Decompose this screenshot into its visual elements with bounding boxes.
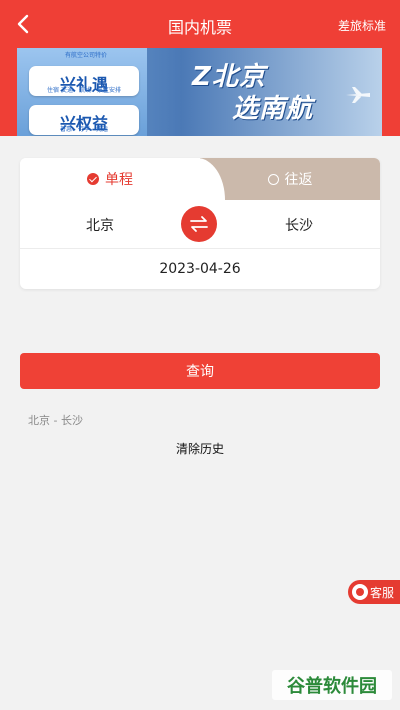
headset-icon bbox=[352, 584, 368, 600]
banner-card-2-desc: 普惠、行李、托运 bbox=[59, 126, 108, 133]
tab-round-trip-label: 往返 bbox=[284, 172, 313, 188]
radio-circle-icon bbox=[267, 173, 279, 185]
arrival-city[interactable]: 长沙 bbox=[285, 215, 313, 235]
departure-date[interactable]: 2023-04-26 bbox=[20, 261, 380, 277]
banner-card-2: 兴权益 普惠、行李、托运 bbox=[29, 105, 139, 135]
watermark: 谷普软件园 bbox=[272, 670, 392, 700]
swap-arrows-icon bbox=[190, 216, 208, 232]
route-row: 北京 长沙 bbox=[20, 200, 380, 248]
query-button[interactable]: 查询 bbox=[20, 353, 380, 389]
travel-standard-link[interactable]: 差旅标准 bbox=[338, 17, 386, 34]
customer-service-button[interactable]: 客服 bbox=[348, 580, 400, 604]
history-item[interactable]: 北京 - 长沙 bbox=[28, 412, 83, 428]
check-circle-icon bbox=[87, 173, 99, 185]
departure-city[interactable]: 北京 bbox=[86, 215, 114, 235]
flight-search-card: 单程 往返 北京 长沙 2023-04-26 bbox=[20, 158, 380, 289]
airplane-icon bbox=[346, 87, 370, 103]
banner-top-text: 有航空公司特价 bbox=[64, 52, 107, 59]
tab-one-way-label: 单程 bbox=[105, 172, 133, 188]
banner-card-1-desc: 住宿 交通、航线、景区安排 bbox=[47, 87, 121, 94]
divider bbox=[20, 248, 380, 249]
customer-service-label: 客服 bbox=[370, 585, 395, 600]
swap-cities-button[interactable] bbox=[181, 206, 217, 242]
banner-card-1: 兴礼遇 住宿 交通、航线、景区安排 bbox=[29, 66, 139, 96]
tab-one-way[interactable]: 单程 bbox=[20, 158, 200, 200]
banner-slogan-line2: 选南航 bbox=[232, 94, 314, 124]
promo-banner[interactable]: 有航空公司特价 兴礼遇 住宿 交通、航线、景区安排 兴权益 普惠、行李、托运 Z… bbox=[17, 48, 382, 136]
trip-type-tabs: 单程 往返 bbox=[20, 158, 380, 200]
clear-history-button[interactable]: 清除历史 bbox=[0, 440, 400, 457]
tab-round-trip[interactable]: 往返 bbox=[200, 158, 380, 200]
